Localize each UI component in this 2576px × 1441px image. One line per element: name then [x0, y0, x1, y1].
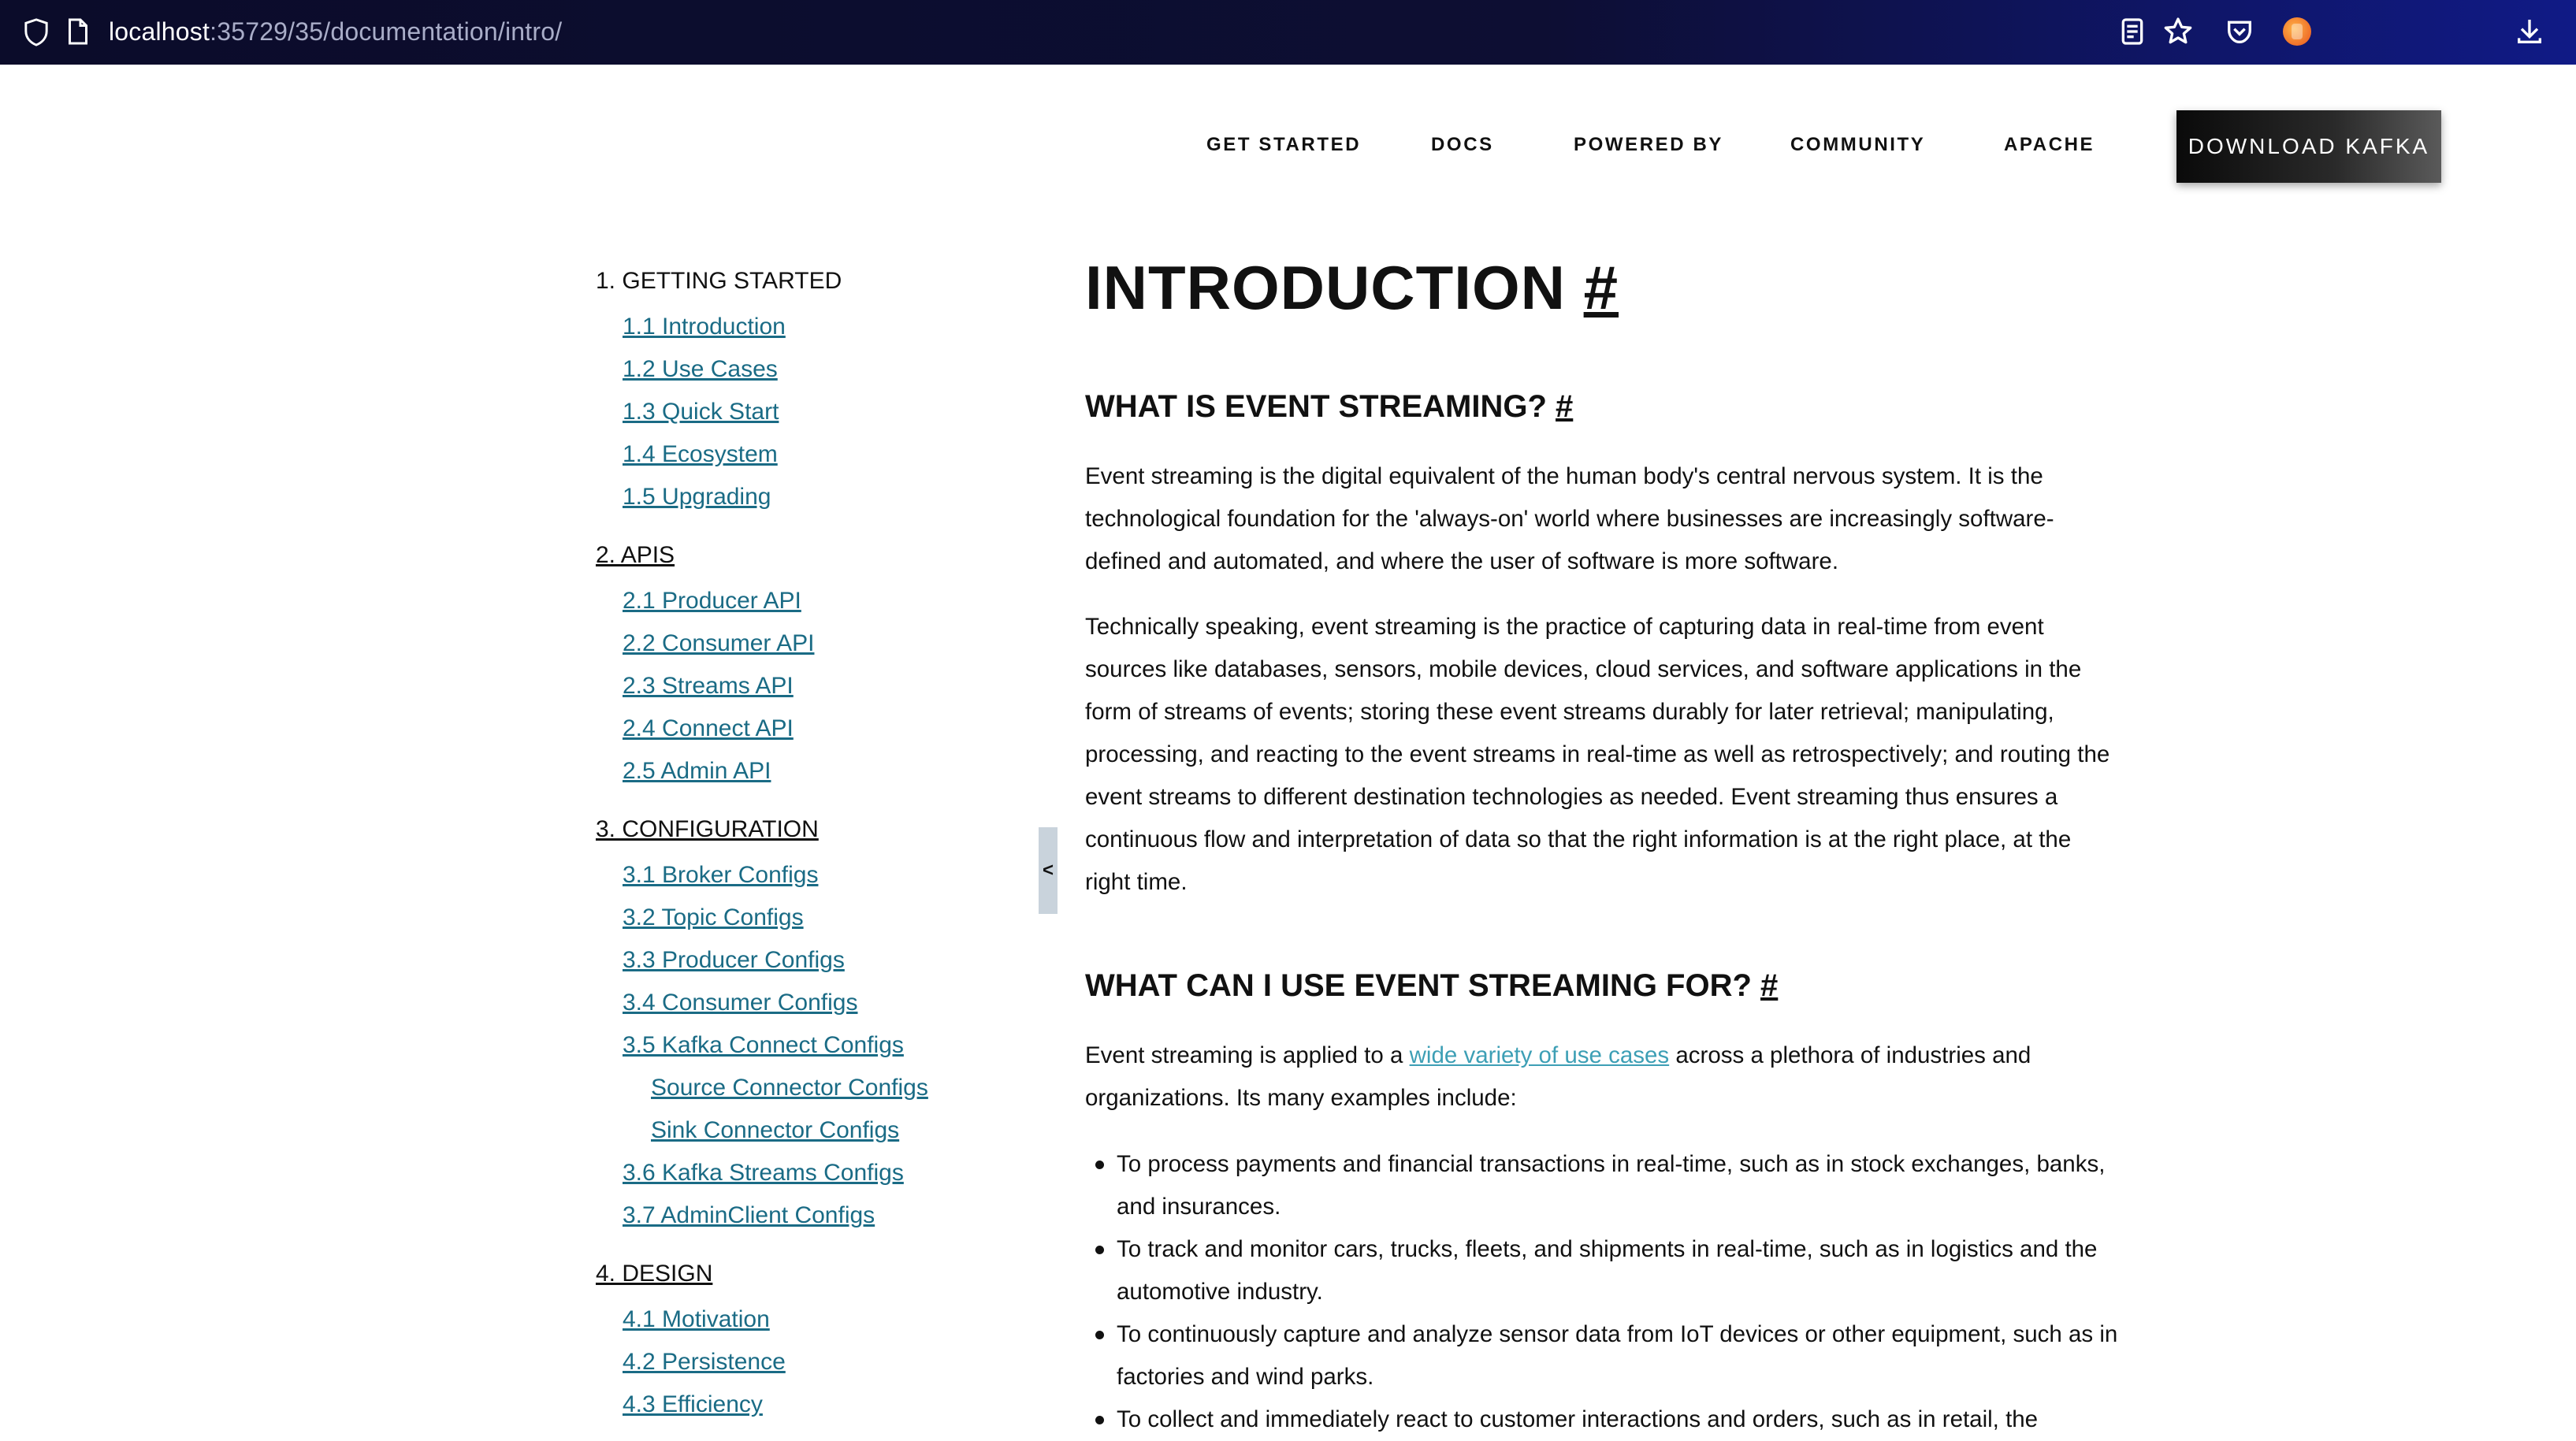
bookmark-star-icon[interactable]: [2162, 16, 2194, 47]
nav-get-started[interactable]: GET STARTED: [1206, 134, 1361, 156]
url-path: :35729/35/documentation/intro/: [210, 17, 563, 46]
reader-mode-icon[interactable]: [2117, 16, 2148, 47]
list-item: To track and monitor cars, trucks, fleet…: [1095, 1228, 2149, 1313]
sidebar-link[interactable]: 1.3 Quick Start: [623, 399, 779, 425]
browser-toolbar: localhost:35729/35/documentation/intro/: [0, 0, 2576, 65]
sidebar-section-getting-started: 1. GETTING STARTED: [596, 268, 842, 294]
sidebar-link[interactable]: 2.2 Consumer API: [623, 630, 814, 657]
sidebar-link[interactable]: 3.3 Producer Configs: [623, 947, 845, 974]
sidebar-sublink[interactable]: Source Connector Configs: [651, 1075, 928, 1101]
sidebar-link[interactable]: 3.6 Kafka Streams Configs: [623, 1160, 904, 1187]
sidebar-link[interactable]: 2.5 Admin API: [623, 758, 771, 785]
sidebar-link[interactable]: 2.4 Connect API: [623, 715, 794, 742]
list-item: To collect and immediately react to cust…: [1095, 1398, 2149, 1441]
sidebar-link[interactable]: 1.4 Ecosystem: [623, 441, 778, 468]
sidebar-link[interactable]: 3.2 Topic Configs: [623, 904, 804, 931]
sidebar-link[interactable]: 2.1 Producer API: [623, 588, 801, 615]
nav-powered-by[interactable]: POWERED BY: [1574, 134, 1723, 156]
section-heading-text: WHAT IS EVENT STREAMING?: [1085, 389, 1547, 424]
sidebar-link[interactable]: 1.1 Introduction: [623, 314, 786, 340]
use-cases-link[interactable]: wide variety of use cases: [1410, 1042, 1670, 1068]
nav-docs[interactable]: DOCS: [1431, 134, 1494, 156]
sidebar-link[interactable]: 3.5 Kafka Connect Configs: [623, 1032, 904, 1059]
page-title-text: INTRODUCTION: [1085, 253, 1566, 322]
shield-icon[interactable]: [22, 17, 50, 47]
sidebar-section-configuration[interactable]: 3. CONFIGURATION: [596, 816, 819, 843]
title-anchor-link[interactable]: #: [1584, 253, 1619, 322]
section-anchor-link[interactable]: #: [1556, 389, 1573, 424]
sidebar-link[interactable]: 3.1 Broker Configs: [623, 862, 818, 889]
nav-apache[interactable]: APACHE: [2004, 134, 2095, 156]
sidebar-link[interactable]: 3.4 Consumer Configs: [623, 990, 857, 1016]
paragraph: Event streaming is the digital equivalen…: [1085, 463, 2054, 574]
download-kafka-button[interactable]: DOWNLOAD KAFKA: [2176, 110, 2441, 183]
section-anchor-link[interactable]: #: [1760, 968, 1778, 1003]
page-icon: [69, 18, 87, 45]
use-cases-list: To process payments and financial transa…: [1085, 1143, 2149, 1441]
sidebar-collapse-button[interactable]: <: [1039, 827, 1058, 914]
sidebar-link[interactable]: 1.2 Use Cases: [623, 356, 778, 383]
sidebar-sublink[interactable]: Sink Connector Configs: [651, 1117, 899, 1144]
paragraph: Technically speaking, event streaming is…: [1085, 614, 2110, 895]
list-item: To process payments and financial transa…: [1095, 1143, 2149, 1228]
sidebar-link[interactable]: 4.1 Motivation: [623, 1306, 770, 1333]
sidebar-link[interactable]: 2.3 Streams API: [623, 673, 794, 700]
url-host: localhost: [109, 17, 210, 46]
nav-community[interactable]: COMMUNITY: [1790, 134, 1925, 156]
section-heading: WHAT IS EVENT STREAMING? #: [1085, 389, 1573, 425]
sidebar-link[interactable]: 4.3 Efficiency: [623, 1391, 763, 1418]
download-icon[interactable]: [2514, 16, 2545, 47]
sidebar-link[interactable]: 1.5 Upgrading: [623, 484, 771, 511]
sidebar-section-apis[interactable]: 2. APIS: [596, 542, 675, 569]
paragraph: Event streaming is applied to a wide var…: [1085, 1034, 2117, 1120]
section-heading: WHAT CAN I USE EVENT STREAMING FOR? #: [1085, 968, 1778, 1004]
pocket-icon[interactable]: [2224, 16, 2255, 47]
section-heading-text: WHAT CAN I USE EVENT STREAMING FOR?: [1085, 968, 1752, 1003]
address-bar[interactable]: localhost:35729/35/documentation/intro/: [109, 14, 562, 49]
list-item: To continuously capture and analyze sens…: [1095, 1313, 2149, 1398]
extension-icon[interactable]: [2283, 17, 2311, 46]
sidebar-section-design[interactable]: 4. DESIGN: [596, 1261, 712, 1287]
sidebar-link[interactable]: 3.7 AdminClient Configs: [623, 1202, 875, 1229]
paragraph-text: Event streaming is applied to a: [1085, 1042, 1410, 1068]
page-title: INTRODUCTION #: [1085, 252, 1619, 324]
sidebar-link[interactable]: 4.2 Persistence: [623, 1349, 786, 1376]
